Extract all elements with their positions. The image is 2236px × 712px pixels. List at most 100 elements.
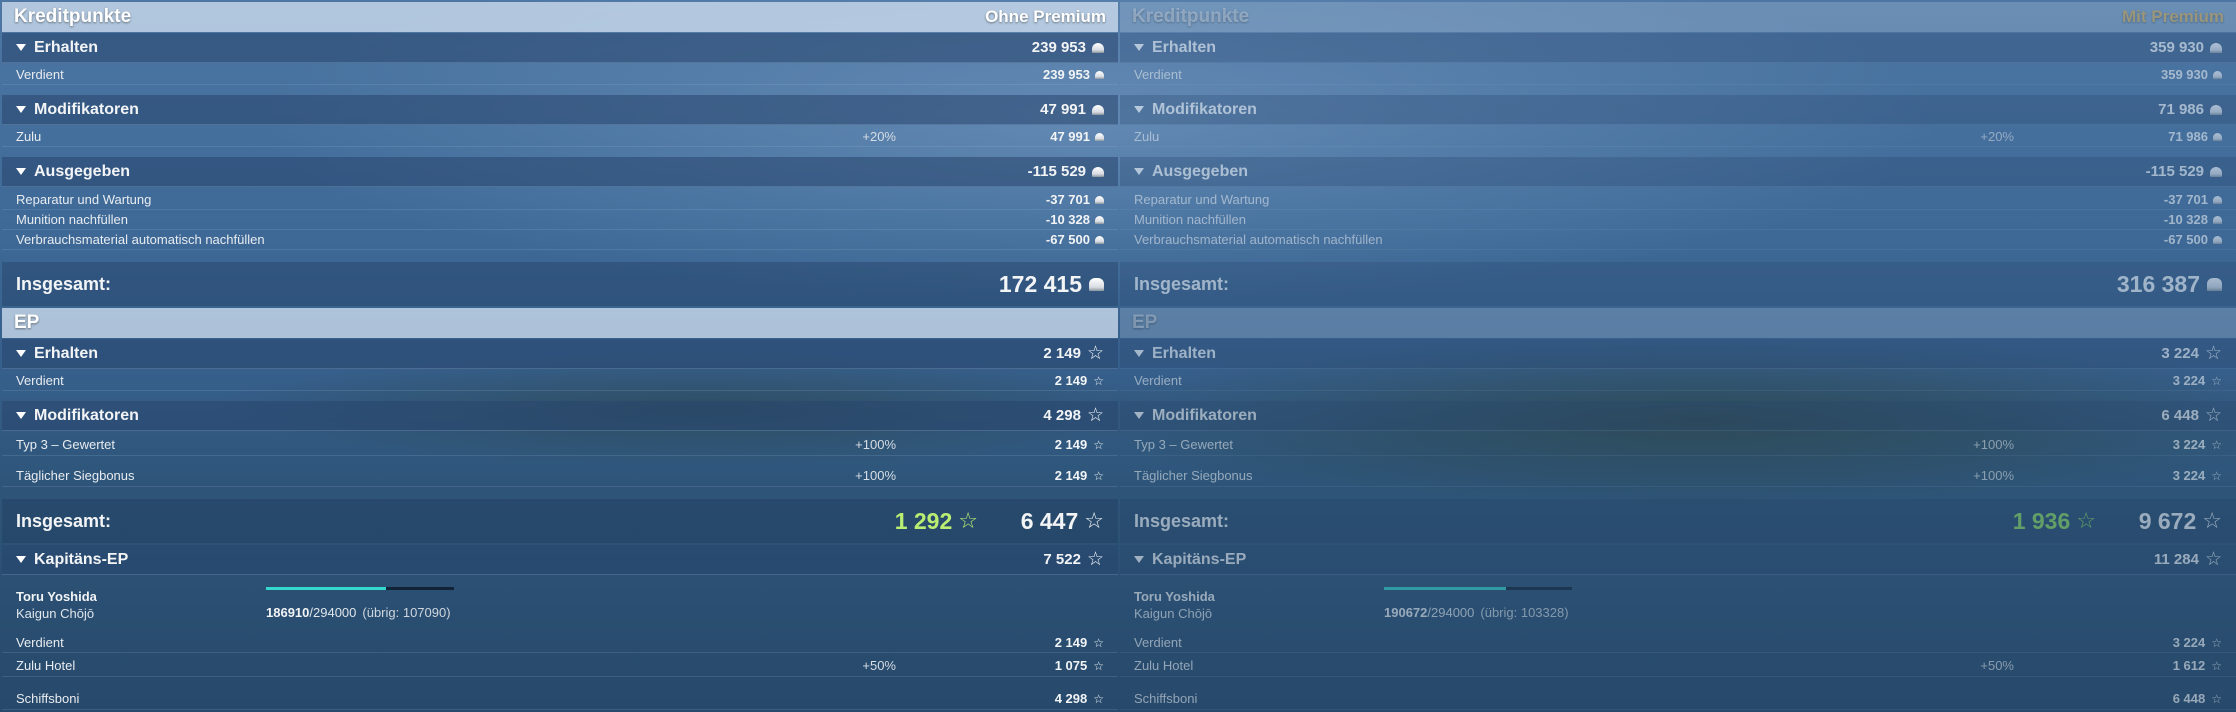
star-icon: ☆	[1093, 691, 1104, 706]
item-label: Täglicher Siegbonus	[1134, 468, 1253, 483]
chevron-down-icon[interactable]	[1134, 556, 1144, 563]
premium-status-label: Mit Premium	[2121, 7, 2224, 26]
credits-spent-group[interactable]: Ausgegeben -115 529	[2, 157, 1118, 187]
item-value: 2 149	[1054, 468, 1088, 483]
chevron-down-icon[interactable]	[16, 556, 26, 563]
item-value: 3 224	[2172, 468, 2206, 483]
group-value: 4 298	[1043, 407, 1081, 424]
ep-modifiers-group[interactable]: Modifikatoren 4 298 ☆	[2, 401, 1118, 431]
captain-xp-progress-fill	[1384, 587, 1506, 590]
list-item: Reparatur und Wartung -37 701	[1120, 190, 2236, 210]
modifier-percent: +100%	[855, 468, 896, 483]
credits-received-group[interactable]: Erhalten 239 953	[2, 33, 1118, 63]
group-label: Erhalten	[34, 344, 99, 362]
modifier-percent: +20%	[862, 129, 896, 144]
item-label: Reparatur und Wartung	[16, 192, 152, 207]
ep-title: EP	[1132, 312, 1158, 333]
list-item: Schiffsboni 4 298 ☆	[2, 688, 1118, 710]
results-column-standard: Kreditpunkte Ohne Premium Erhalten 239 9…	[2, 0, 1118, 712]
list-item: Verdient 3 224 ☆	[1120, 371, 2236, 391]
list-item: Typ 3 – Gewertet +100% 2 149 ☆	[2, 434, 1118, 456]
chevron-down-icon[interactable]	[1134, 350, 1144, 357]
total-value: 9 672	[2138, 507, 2197, 534]
item-label: Zulu Hotel	[16, 658, 76, 673]
group-value: 7 522	[1043, 551, 1081, 568]
green-ep-value: 1 292	[894, 507, 953, 534]
group-label: Erhalten	[34, 38, 99, 56]
credit-icon	[1095, 70, 1104, 79]
ep-received-group[interactable]: Erhalten 2 149 ☆	[2, 339, 1118, 369]
star-icon: ☆	[2211, 437, 2222, 452]
credit-icon	[1092, 42, 1104, 53]
list-item: Verbrauchsmaterial automatisch nachfülle…	[1120, 230, 2236, 250]
credits-title: Kreditpunkte	[1132, 6, 1250, 27]
list-item: Verdient 2 149 ☆	[2, 633, 1118, 653]
item-label: Zulu	[16, 129, 42, 144]
ep-total-row: Insgesamt: 1 292 ☆ 6 447 ☆	[2, 499, 1118, 543]
group-value: 71 986	[2158, 101, 2204, 118]
credit-icon	[1092, 166, 1104, 177]
item-value: 1 612	[2172, 658, 2206, 673]
credit-icon	[2213, 235, 2222, 244]
star-icon: ☆	[1086, 549, 1104, 570]
credits-received-group[interactable]: Erhalten 359 930	[1120, 33, 2236, 63]
credits-modifiers-group[interactable]: Modifikatoren 47 991	[2, 95, 1118, 125]
chevron-down-icon[interactable]	[16, 412, 26, 419]
item-label: Verbrauchsmaterial automatisch nachfülle…	[16, 232, 265, 247]
credits-total-row: Insgesamt: 316 387	[1120, 262, 2236, 306]
list-item: Zulu Hotel +50% 1 612 ☆	[1120, 655, 2236, 677]
group-value: 2 149	[1043, 345, 1081, 362]
group-value: -115 529	[2145, 163, 2204, 180]
credits-modifiers-group[interactable]: Modifikatoren 71 986	[1120, 95, 2236, 125]
captain-ep-group[interactable]: Kapitäns-EP 11 284 ☆	[1120, 545, 2236, 575]
chevron-down-icon[interactable]	[1134, 168, 1144, 175]
list-item: Verdient 239 953	[2, 65, 1118, 85]
chevron-down-icon[interactable]	[16, 106, 26, 113]
total-label: Insgesamt:	[16, 273, 112, 294]
list-item: Verbrauchsmaterial automatisch nachfülle…	[2, 230, 1118, 250]
modifier-percent: +20%	[1980, 129, 2014, 144]
chevron-down-icon[interactable]	[16, 44, 26, 51]
chevron-down-icon[interactable]	[1134, 412, 1144, 419]
ep-received-group[interactable]: Erhalten 3 224 ☆	[1120, 339, 2236, 369]
item-label: Verbrauchsmaterial automatisch nachfülle…	[1134, 232, 1383, 247]
captain-ep-group[interactable]: Kapitäns-EP 7 522 ☆	[2, 545, 1118, 575]
list-item: Verdient 359 930	[1120, 65, 2236, 85]
chevron-down-icon[interactable]	[1134, 44, 1144, 51]
star-icon: ☆	[2211, 635, 2222, 650]
item-value: -37 701	[2163, 192, 2208, 207]
group-label: Modifikatoren	[1152, 100, 1257, 118]
group-value: -115 529	[1027, 163, 1086, 180]
chevron-down-icon[interactable]	[16, 168, 26, 175]
star-icon: ☆	[1093, 373, 1104, 388]
captain-xp-max: /294000	[309, 605, 357, 620]
item-label: Typ 3 – Gewertet	[16, 437, 115, 452]
group-value: 359 930	[2149, 39, 2204, 56]
credit-icon	[2207, 277, 2222, 291]
ep-modifiers-group[interactable]: Modifikatoren 6 448 ☆	[1120, 401, 2236, 431]
group-label: Modifikatoren	[34, 406, 139, 424]
captain-name: Toru Yoshida	[1134, 589, 1215, 604]
total-label: Insgesamt:	[1134, 273, 1230, 294]
item-label: Verdient	[1134, 635, 1182, 650]
item-value: 2 149	[1054, 373, 1088, 388]
item-label: Verdient	[1134, 373, 1182, 388]
credits-spent-group[interactable]: Ausgegeben -115 529	[1120, 157, 2236, 187]
group-value: 3 224	[2161, 345, 2199, 362]
modifier-percent: +50%	[1980, 658, 2014, 673]
group-label: Kapitäns-EP	[34, 550, 129, 568]
captain-xp-text: 186910/294000 (übrig: 107090)	[266, 605, 451, 620]
item-value: 2 149	[1054, 635, 1088, 650]
chevron-down-icon[interactable]	[16, 350, 26, 357]
star-icon: ☆	[1086, 405, 1104, 426]
captain-info: Toru Yoshida Kaigun Chōjō 190672/294000 (…	[1120, 577, 2236, 637]
list-item: Täglicher Siegbonus +100% 3 224 ☆	[1120, 465, 2236, 487]
star-icon: ☆	[2076, 508, 2096, 533]
captain-xp-remaining: (übrig: 107090)	[362, 605, 451, 620]
item-value: -67 500	[1045, 232, 1090, 247]
item-label: Verdient	[16, 373, 64, 388]
item-label: Zulu	[1134, 129, 1160, 144]
chevron-down-icon[interactable]	[1134, 106, 1144, 113]
captain-rank: Kaigun Chōjō	[1134, 606, 1213, 621]
group-value: 239 953	[1031, 39, 1086, 56]
